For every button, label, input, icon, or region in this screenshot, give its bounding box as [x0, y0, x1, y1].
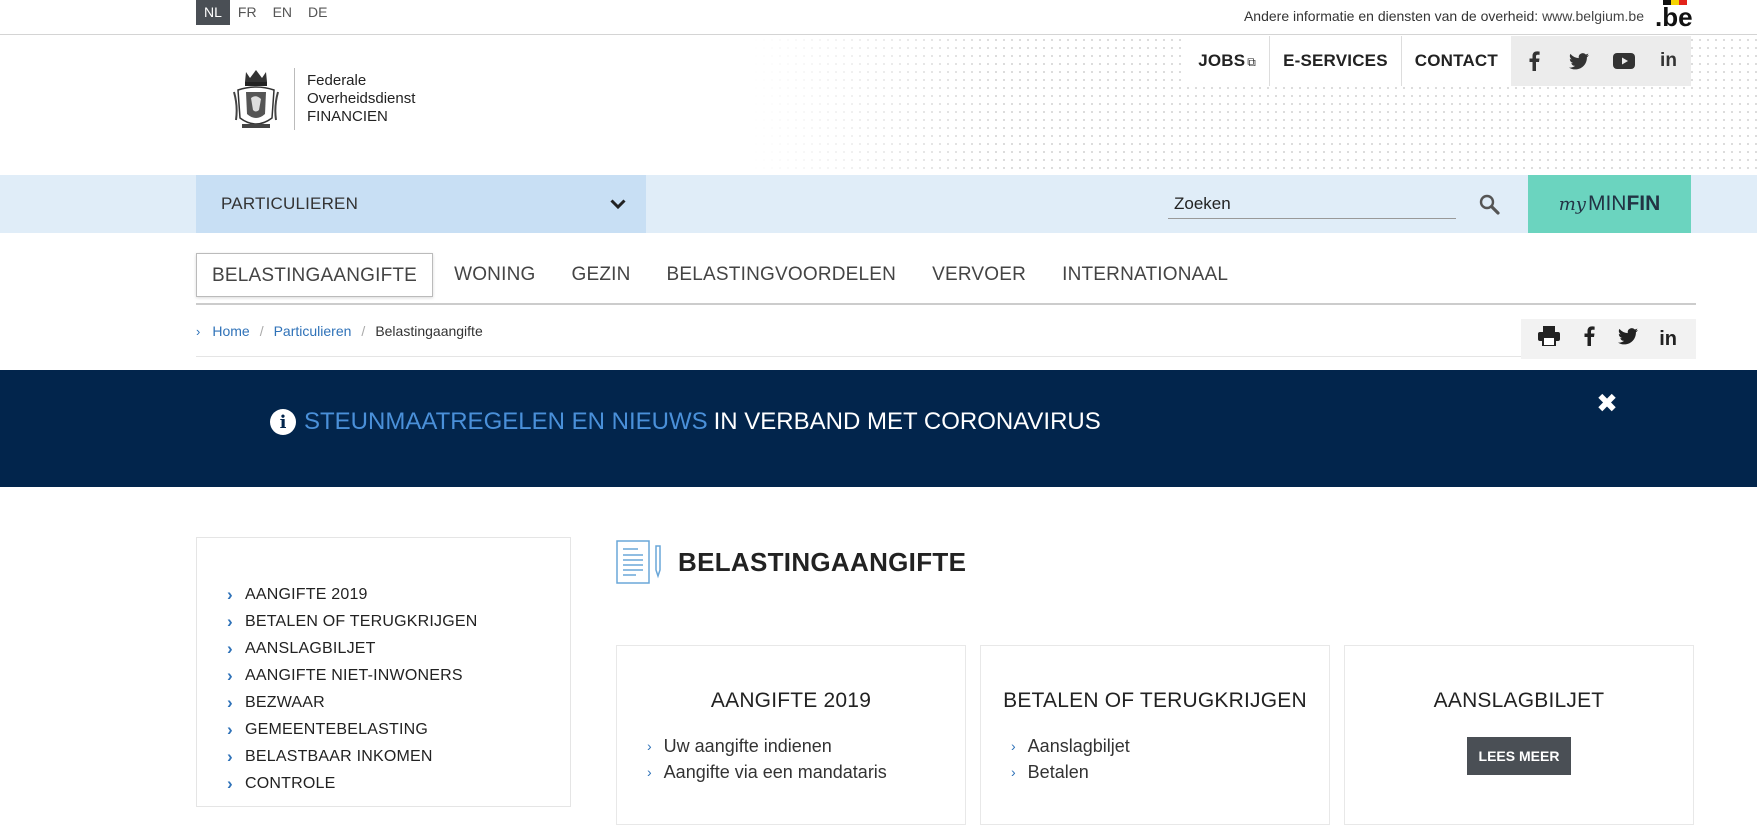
share-facebook-icon[interactable] [1574, 326, 1604, 352]
card-link-aangifte-indienen[interactable]: › Uw aangifte indienen [647, 733, 965, 759]
nav-gezin[interactable]: GEZIN [553, 253, 648, 297]
be-logo-text: .be [1655, 2, 1693, 30]
top-bar: NL FR EN DE Andere informatie en dienste… [0, 0, 1757, 35]
breadcrumb: › Home / Particulieren / Belastingaangif… [196, 323, 483, 339]
nav-vervoer[interactable]: VERVOER [914, 253, 1044, 297]
chevron-right-icon: › [227, 746, 233, 766]
sidebar-item-belastbaar-inkomen[interactable]: › BELASTBAAR INKOMEN [197, 743, 570, 770]
myminfin-button[interactable]: my MIN FIN [1528, 175, 1691, 233]
corona-banner-text: IN VERBAND MET CORONAVIRUS [713, 408, 1101, 435]
share-twitter-icon[interactable] [1613, 327, 1643, 351]
corona-banner-link[interactable]: STEUNMAATREGELEN EN NIEUWS [304, 408, 708, 436]
breadcrumb-home[interactable]: Home [212, 323, 249, 339]
lang-fr[interactable]: FR [230, 0, 265, 25]
chevron-right-icon: › [1011, 738, 1016, 754]
chevron-right-icon: › [196, 323, 201, 339]
sidebar-item-betalen[interactable]: › BETALEN OF TERUGKRIJGEN [197, 608, 570, 635]
card-title: BETALEN OF TERUGKRIJGEN [1003, 689, 1307, 712]
card-title: AANGIFTE 2019 [710, 689, 872, 712]
breadcrumb-row: › Home / Particulieren / Belastingaangif… [196, 305, 1696, 359]
card-link-betalen[interactable]: › Betalen [1011, 759, 1329, 785]
nav-internationaal[interactable]: INTERNATIONAAL [1044, 253, 1246, 297]
document-pen-icon [616, 540, 661, 584]
lang-nl[interactable]: NL [196, 0, 230, 25]
section-selector-label: PARTICULIEREN [221, 194, 359, 213]
chevron-right-icon: › [227, 638, 233, 658]
belgium-link[interactable]: www.belgium.be [1542, 8, 1644, 24]
logo-line-federale: Federale [307, 72, 367, 89]
contact-link[interactable]: CONTACT [1400, 36, 1511, 86]
page-header: BELASTINGAANGIFTE [616, 540, 966, 584]
sidebar-item-gemeentebelasting[interactable]: › GEMEENTEBELASTING [197, 716, 570, 743]
external-link-icon: ⧉ [1247, 55, 1257, 69]
sidebar-item-controle[interactable]: › CONTROLE [197, 770, 570, 797]
jobs-link[interactable]: JOBS ⧉ [1185, 36, 1269, 86]
chevron-right-icon: › [647, 738, 652, 754]
page-title: BELASTINGAANGIFTE [678, 546, 967, 577]
chevron-right-icon: › [227, 611, 233, 631]
belgium-be-logo[interactable]: .be [1653, 0, 1697, 30]
twitter-icon[interactable] [1556, 36, 1601, 86]
myminfin-my: my [1558, 193, 1586, 215]
linkedin-icon[interactable]: in [1646, 36, 1691, 86]
social-links: in [1511, 36, 1691, 86]
lees-meer-button[interactable]: LEES MEER [1467, 737, 1571, 775]
corona-banner: i STEUNMAATREGELEN EN NIEUWS IN VERBAND … [0, 370, 1757, 487]
card-aangifte-2019: AANGIFTE 2019 › Uw aangifte indienen › Aan… [616, 645, 966, 825]
logo-line-overheidsdienst: Overheidsdienst [307, 90, 416, 107]
section-search-band: PARTICULIEREN myMINFIN [0, 175, 1757, 233]
breadcrumb-particulieren[interactable]: Particulieren [274, 323, 352, 339]
lang-de[interactable]: DE [300, 0, 335, 25]
share-tools: in [1521, 319, 1696, 359]
chevron-right-icon: › [647, 764, 652, 780]
sidebar-item-aangifte-2019[interactable]: › AANGIFTE 2019 [197, 581, 570, 608]
close-icon[interactable]: ✖ [1592, 388, 1622, 418]
chevron-right-icon: › [1011, 764, 1016, 780]
myminfin-min: MIN [1587, 192, 1627, 215]
lang-en[interactable]: EN [265, 0, 300, 25]
sidebar-menu: › AANGIFTE 2019 › BETALEN OF TERUGKRIJGEN … [196, 537, 571, 807]
nav-woning[interactable]: WONING [436, 253, 553, 297]
search-icon[interactable] [1478, 193, 1502, 217]
facebook-icon[interactable] [1511, 36, 1556, 86]
nav-belastingvoordelen[interactable]: BELASTINGVOORDELEN [649, 253, 915, 297]
card-betalen: BETALEN OF TERUGKRIJGEN › Aanslagbiljet ›… [980, 645, 1330, 825]
share-linkedin-icon[interactable]: in [1653, 328, 1683, 351]
card-title: AANSLAGBILJET [1433, 689, 1605, 712]
card-link-mandataris[interactable]: › Aangifte via een mandataris [647, 759, 965, 785]
info-icon: i [270, 409, 296, 435]
breadcrumb-current: Belastingaangifte [375, 323, 483, 339]
logo-line-financien: FINANCIEN [307, 108, 388, 125]
chevron-right-icon: › [227, 719, 233, 739]
sidebar-item-aanslagbiljet[interactable]: › AANSLAGBILJET [197, 635, 570, 662]
language-switcher: NL FR EN DE [196, 0, 335, 25]
eservices-link[interactable]: E-SERVICES [1269, 36, 1401, 86]
fod-financien-logo[interactable]: Federale Overheidsdienst FINANCIEN [232, 66, 415, 132]
chevron-down-icon [610, 198, 626, 209]
youtube-icon[interactable] [1601, 36, 1646, 86]
gov-info-text: Andere informatie en diensten van de ove… [1243, 8, 1539, 24]
belgian-crest-icon [233, 70, 279, 128]
sidebar-item-niet-inwoners[interactable]: › AANGIFTE NIET-INWONERS [197, 662, 570, 689]
print-icon[interactable] [1534, 326, 1564, 352]
nav-belastingaangifte[interactable]: BELASTINGAANGIFTE [196, 253, 434, 297]
card-link-aanslagbiljet[interactable]: › Aanslagbiljet [1011, 733, 1329, 759]
chevron-right-icon: › [227, 584, 233, 604]
main-navigation: BELASTINGAANGIFTE WONING GEZIN BELASTING… [196, 233, 1696, 305]
chevron-right-icon: › [227, 665, 233, 685]
chevron-right-icon: › [227, 773, 233, 793]
sidebar-item-bezwaar[interactable]: › BEZWAAR [197, 689, 570, 716]
card-aanslagbiljet: AANSLAGBILJET LEES MEER [1344, 645, 1694, 825]
myminfin-fin: FIN [1626, 192, 1661, 215]
chevron-right-icon: › [227, 692, 233, 712]
gov-info: Andere informatie en diensten van de ove… [1244, 0, 1644, 32]
top-navigation: JOBS ⧉ E-SERVICES CONTACT [1185, 36, 1511, 86]
search-input[interactable] [1168, 189, 1456, 219]
section-selector[interactable]: PARTICULIEREN [196, 175, 646, 233]
header: Federale Overheidsdienst FINANCIEN JOBS ⧉… [0, 36, 1757, 175]
